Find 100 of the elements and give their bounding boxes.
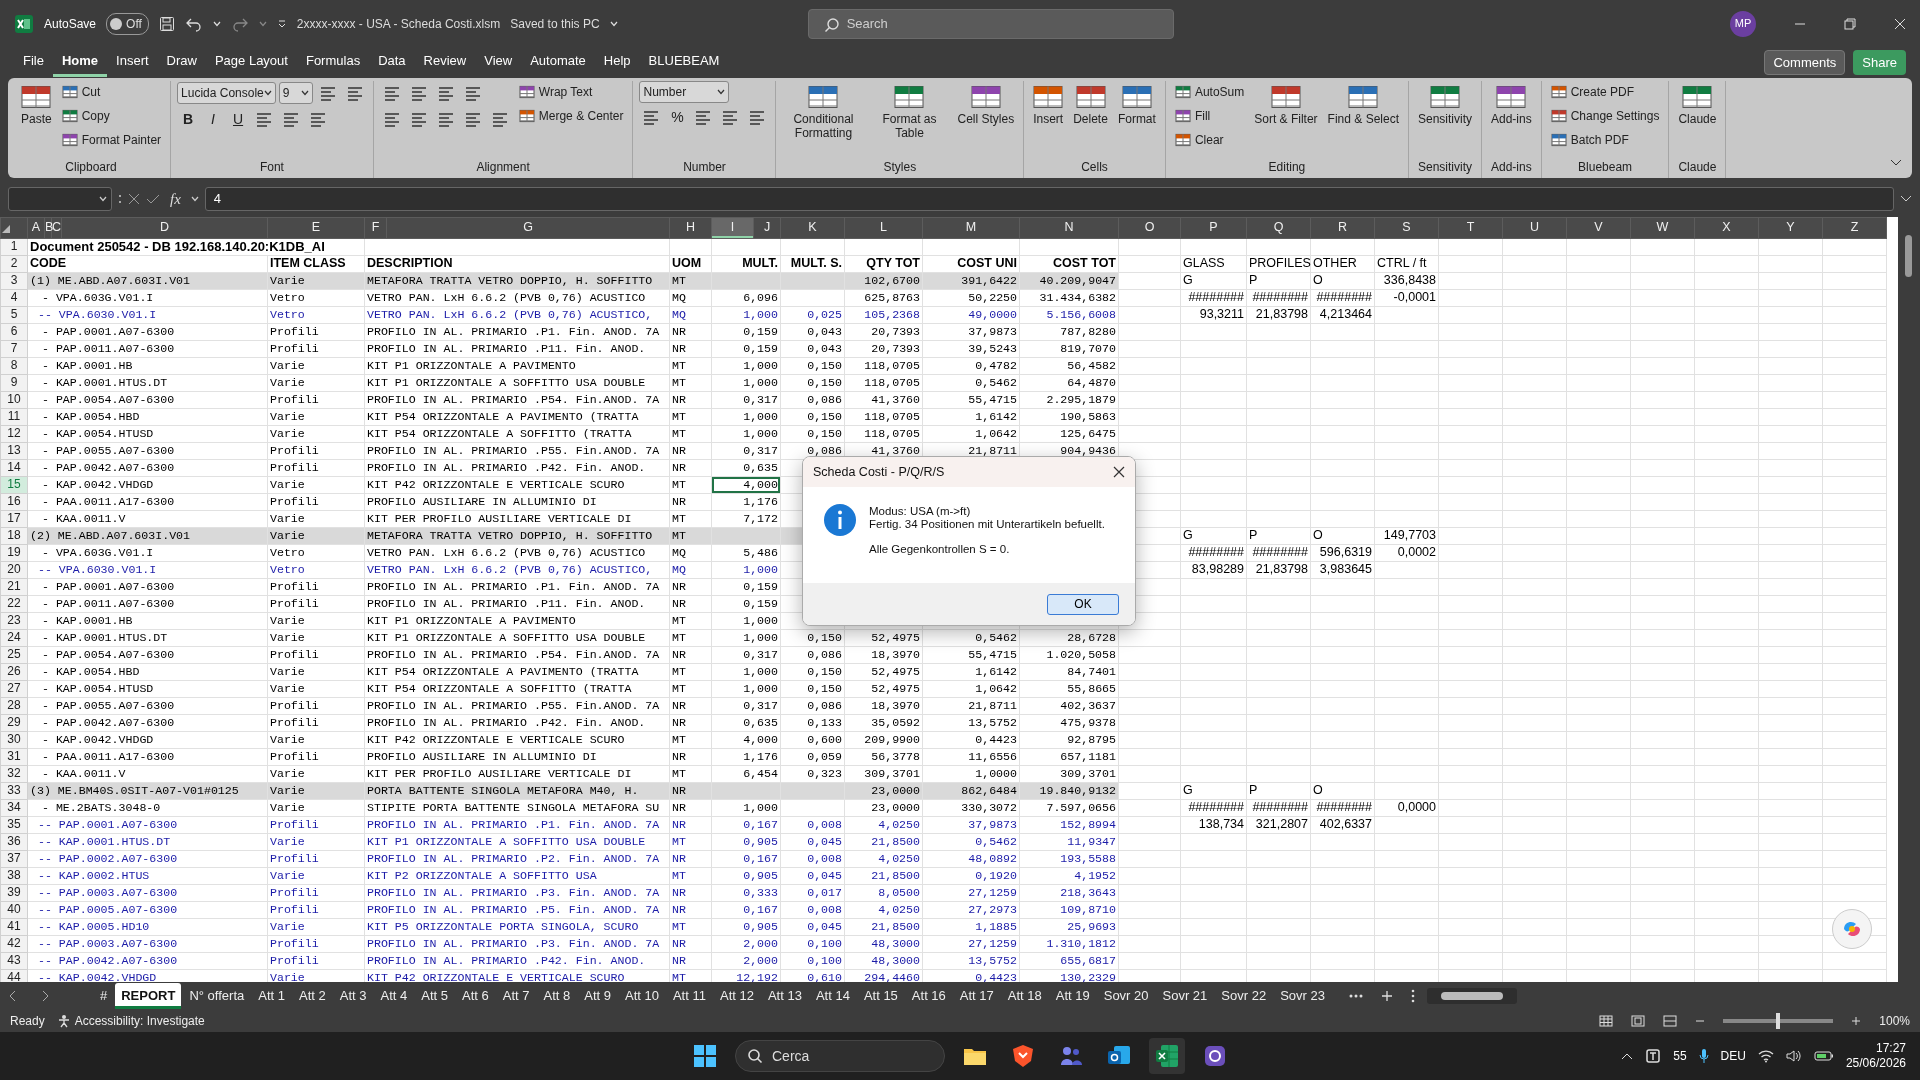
sheet-tab[interactable]: N° offerta bbox=[183, 983, 251, 1009]
sheet-tab[interactable]: Att 4 bbox=[374, 983, 414, 1009]
ribbon-button[interactable]: Cut bbox=[58, 81, 104, 103]
sheet-tab[interactable]: Att 8 bbox=[537, 983, 577, 1009]
page-break-icon[interactable] bbox=[1663, 1015, 1678, 1027]
save-icon[interactable] bbox=[158, 15, 175, 32]
menu-tab[interactable]: View bbox=[475, 48, 522, 77]
microphone-icon[interactable] bbox=[1698, 1048, 1709, 1064]
ribbon-button[interactable]: Paste bbox=[18, 81, 55, 127]
vertical-dots-icon[interactable] bbox=[1410, 989, 1415, 1003]
ribbon-button[interactable]: Find & Select bbox=[1324, 81, 1402, 127]
language-indicator[interactable]: DEU bbox=[1720, 1047, 1746, 1065]
column-header[interactable]: E bbox=[267, 217, 365, 238]
collapse-icon[interactable] bbox=[1890, 159, 1902, 168]
ribbon-button[interactable]: AutoSum bbox=[1171, 81, 1248, 103]
ribbon-button[interactable]: Merge & Center bbox=[515, 105, 627, 127]
sheet-tab[interactable]: Att 18 bbox=[1001, 983, 1048, 1009]
column-header[interactable]: N bbox=[1019, 217, 1119, 238]
accessibility-status[interactable]: Accessibility: Investigate bbox=[74, 1012, 205, 1030]
ribbon-button[interactable]: Delete bbox=[1070, 81, 1111, 127]
save-status[interactable]: Saved to this PC bbox=[510, 14, 600, 33]
sheet-tab[interactable]: Att 14 bbox=[809, 983, 856, 1009]
search-field[interactable]: Cerca bbox=[735, 1040, 945, 1072]
column-header[interactable]: K bbox=[780, 217, 845, 238]
zoom-level[interactable]: 100% bbox=[1879, 1012, 1910, 1030]
column-header[interactable]: D bbox=[61, 217, 268, 238]
clock-time[interactable]: 17:27 bbox=[1875, 1041, 1906, 1056]
comments-button[interactable]: Comments bbox=[1764, 49, 1846, 76]
prev-icon[interactable] bbox=[8, 990, 18, 1002]
sheet-tab[interactable]: Att 10 bbox=[619, 983, 665, 1009]
menu-tab[interactable]: Help bbox=[594, 48, 640, 77]
restore-icon[interactable] bbox=[1844, 17, 1856, 30]
sheet-tab[interactable]: Att 3 bbox=[333, 983, 373, 1009]
column-header[interactable]: H bbox=[669, 217, 712, 238]
sheet-tab[interactable]: Att 16 bbox=[905, 983, 952, 1009]
ribbon-button[interactable]: Sort & Filter bbox=[1251, 81, 1321, 127]
sheet-tab[interactable]: Att 11 bbox=[666, 983, 712, 1009]
search-field[interactable]: Search bbox=[807, 8, 1174, 39]
taskbar-app[interactable] bbox=[1149, 1038, 1185, 1074]
column-header[interactable]: Y bbox=[1758, 217, 1823, 238]
column-header[interactable]: R bbox=[1310, 217, 1375, 238]
more-icon[interactable] bbox=[1348, 994, 1363, 998]
sheet-tab[interactable]: Att 12 bbox=[713, 983, 760, 1009]
ribbon-button[interactable]: Claude bbox=[1675, 81, 1720, 127]
sheet-tab[interactable]: Att 19 bbox=[1049, 983, 1096, 1009]
speaker-icon[interactable] bbox=[1785, 1049, 1802, 1063]
battery-icon[interactable] bbox=[1813, 1050, 1834, 1062]
ribbon-button[interactable]: Create PDF bbox=[1547, 81, 1638, 103]
menu-tab[interactable]: BLUEBEAM bbox=[639, 48, 729, 77]
ribbon-button[interactable]: Batch PDF bbox=[1547, 129, 1632, 151]
next-icon[interactable] bbox=[40, 990, 50, 1002]
chevron-up-icon[interactable] bbox=[1621, 1052, 1634, 1060]
autosave-toggle[interactable]: Off bbox=[106, 12, 149, 35]
assistant-button[interactable] bbox=[1832, 909, 1872, 949]
ribbon-button[interactable]: Fill bbox=[1171, 105, 1214, 127]
column-header[interactable]: B bbox=[44, 217, 52, 238]
column-header[interactable]: W bbox=[1630, 217, 1695, 238]
sheet-tab[interactable]: Att 7 bbox=[496, 983, 536, 1009]
column-header[interactable]: Q bbox=[1246, 217, 1311, 238]
scrollbar[interactable] bbox=[1426, 988, 1517, 1004]
page-layout-icon[interactable] bbox=[1631, 1015, 1646, 1027]
italic-button[interactable]: I bbox=[202, 107, 225, 131]
ribbon-button[interactable]: Change Settings bbox=[1547, 105, 1663, 127]
bold-button[interactable]: B bbox=[177, 107, 200, 131]
ribbon-button[interactable]: Format as Table bbox=[868, 81, 951, 141]
menu-tab[interactable]: Data bbox=[369, 48, 415, 77]
dropdown-field[interactable]: 9 bbox=[278, 82, 313, 104]
format-button[interactable]: % bbox=[666, 105, 689, 129]
function-button[interactable]: fx bbox=[166, 187, 185, 211]
avatar[interactable]: MP bbox=[1730, 10, 1756, 37]
column-header[interactable]: C bbox=[51, 217, 62, 238]
cancel-icon[interactable] bbox=[128, 193, 140, 205]
add-icon[interactable] bbox=[1380, 990, 1393, 1002]
wifi-icon[interactable] bbox=[1757, 1049, 1774, 1063]
column-header[interactable]: T bbox=[1438, 217, 1503, 238]
ribbon-button[interactable]: Sensitivity bbox=[1415, 81, 1475, 127]
dropdown-field[interactable]: Number bbox=[639, 81, 730, 103]
column-header[interactable]: F bbox=[364, 217, 387, 238]
ribbon-button[interactable]: Copy bbox=[58, 105, 113, 127]
ribbon-button[interactable]: Clear bbox=[1171, 129, 1227, 151]
clock-date[interactable]: 25/06/2026 bbox=[1845, 1056, 1906, 1071]
formula-field[interactable]: 4 bbox=[204, 187, 1894, 211]
column-header[interactable]: O bbox=[1118, 217, 1181, 238]
sheet-tab[interactable]: Att 9 bbox=[578, 983, 617, 1009]
column-header[interactable]: P bbox=[1180, 217, 1247, 238]
menu-tab[interactable]: File bbox=[14, 48, 53, 77]
tray-app-icon[interactable] bbox=[1645, 1048, 1662, 1064]
ribbon-button[interactable]: Cell Styles bbox=[954, 81, 1018, 127]
select-all-icon[interactable] bbox=[1, 223, 11, 234]
sheet-tab[interactable]: Att 17 bbox=[953, 983, 1000, 1009]
column-header[interactable]: Z bbox=[1822, 217, 1887, 238]
menu-tab[interactable]: Draw bbox=[157, 48, 206, 77]
sheet-tab[interactable]: Att 6 bbox=[456, 983, 495, 1009]
sheet-tab[interactable]: REPORT bbox=[115, 983, 182, 1009]
column-header[interactable]: G bbox=[386, 217, 670, 238]
ribbon-button[interactable]: Format Painter bbox=[58, 129, 165, 151]
menu-tab[interactable]: Page Layout bbox=[205, 48, 297, 77]
menu-tab[interactable]: Insert bbox=[107, 48, 158, 77]
plus-icon[interactable] bbox=[1851, 1016, 1862, 1026]
sheet-tab[interactable]: Att 1 bbox=[252, 983, 291, 1009]
